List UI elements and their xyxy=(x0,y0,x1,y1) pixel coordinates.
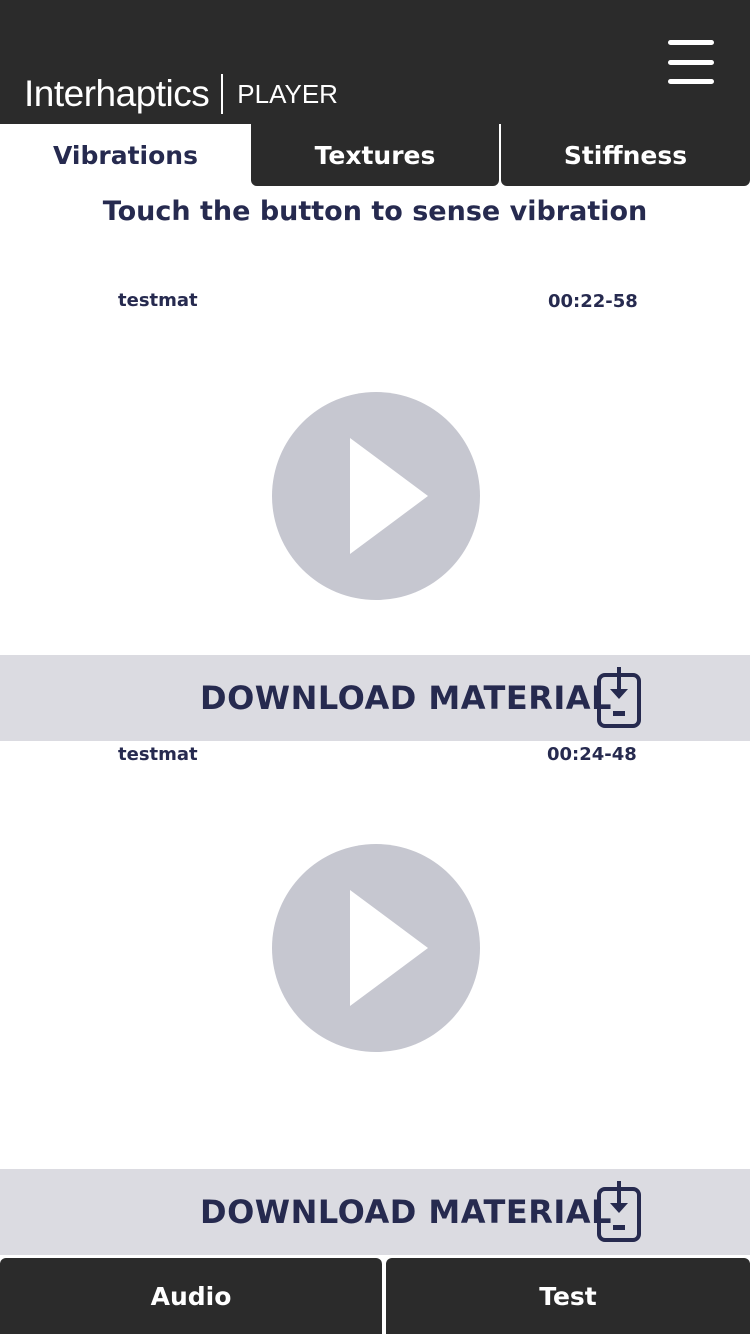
download-to-phone-icon xyxy=(597,667,641,728)
app-logo: Interhaptics PLAYER xyxy=(24,72,338,116)
logo-divider xyxy=(221,74,224,114)
material-time: 00:22-58 xyxy=(548,291,638,312)
audio-button[interactable]: Audio xyxy=(0,1258,382,1334)
material-name: testmat xyxy=(118,744,198,765)
menu-bar xyxy=(668,59,714,65)
material-name: testmat xyxy=(118,290,198,311)
material-time: 00:24-48 xyxy=(547,744,637,765)
app-header: Interhaptics PLAYER xyxy=(0,0,750,124)
play-button[interactable] xyxy=(272,392,480,600)
hamburger-menu-icon[interactable] xyxy=(668,40,714,84)
instruction-text: Touch the button to sense vibration xyxy=(102,196,648,227)
tab-bar: Vibrations Textures Stiffness xyxy=(0,124,750,186)
download-label: DOWNLOAD MATERIAL xyxy=(200,1193,612,1231)
test-button[interactable]: Test xyxy=(386,1258,750,1334)
download-material-button[interactable]: DOWNLOAD MATERIAL xyxy=(0,655,750,741)
menu-bar xyxy=(668,40,714,45)
play-icon xyxy=(350,890,428,1006)
brand-subtitle: PLAYER xyxy=(237,78,338,109)
tab-stiffness[interactable]: Stiffness xyxy=(501,124,750,186)
tab-vibrations[interactable]: Vibrations xyxy=(0,124,251,186)
brand-name: Interhaptics xyxy=(24,73,210,114)
tab-textures[interactable]: Textures xyxy=(251,124,499,186)
menu-bar xyxy=(668,79,714,84)
play-icon xyxy=(350,438,428,554)
download-label: DOWNLOAD MATERIAL xyxy=(200,679,612,717)
bottom-nav: Audio Test xyxy=(0,1258,750,1334)
download-to-phone-icon xyxy=(597,1181,641,1242)
download-material-button[interactable]: DOWNLOAD MATERIAL xyxy=(0,1169,750,1255)
play-button[interactable] xyxy=(272,844,480,1052)
